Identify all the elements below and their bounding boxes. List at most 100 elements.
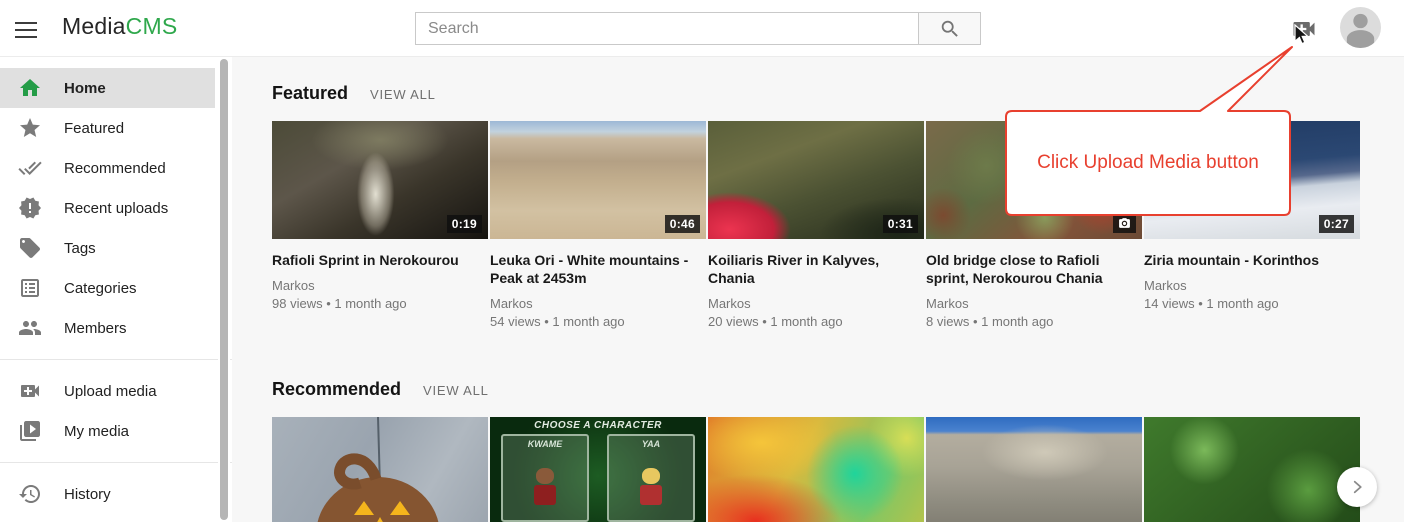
game-character-sprite xyxy=(532,468,558,508)
sidebar-item-label: Recommended xyxy=(64,160,166,177)
sidebar: Home Featured Recommended Recent uploads… xyxy=(0,57,232,522)
video-author[interactable]: Markos xyxy=(272,277,488,295)
sidebar-item-label: Upload media xyxy=(64,383,157,400)
video-author[interactable]: Markos xyxy=(926,295,1142,313)
video-card[interactable]: CHOOSE A CHARACTER KWAME YAA Selected xyxy=(490,417,706,522)
sidebar-divider xyxy=(0,462,232,463)
video-thumbnail[interactable] xyxy=(1144,417,1360,522)
video-meta: 8 views • 1 month ago xyxy=(926,313,1142,331)
view-all-link[interactable]: VIEW ALL xyxy=(370,87,436,102)
members-icon xyxy=(18,316,42,340)
tag-icon xyxy=(18,236,42,260)
history-icon xyxy=(18,482,42,506)
sidebar-item-label: Featured xyxy=(64,120,124,137)
sidebar-item-label: Recent uploads xyxy=(64,200,168,217)
video-meta: 20 views • 1 month ago xyxy=(708,313,924,331)
sidebar-divider xyxy=(0,359,232,360)
game-banner-text: CHOOSE A CHARACTER xyxy=(490,420,706,431)
sidebar-item-label: History xyxy=(64,486,111,503)
recommended-cards-row: CHOOSE A CHARACTER KWAME YAA Selected xyxy=(272,417,1404,522)
menu-icon[interactable] xyxy=(15,17,39,41)
video-author[interactable]: Markos xyxy=(490,295,706,313)
video-card[interactable]: 0:46 Leuka Ori - White mountains - Peak … xyxy=(490,121,706,331)
video-thumbnail[interactable] xyxy=(272,417,488,522)
sidebar-item-upload-media[interactable]: Upload media xyxy=(0,371,215,411)
image-badge xyxy=(1113,214,1136,233)
search-button[interactable] xyxy=(918,12,981,45)
video-card[interactable] xyxy=(272,417,488,522)
video-card[interactable]: Old bridge close to Rafioli sprint, Nero… xyxy=(926,121,1142,331)
video-card[interactable]: 0:19 Rafioli Sprint in Nerokourou Markos… xyxy=(272,121,488,331)
user-avatar[interactable] xyxy=(1340,7,1381,48)
my-media-icon xyxy=(18,419,42,443)
video-card[interactable]: 0:27 Ziria mountain - Korinthos Markos 1… xyxy=(1144,121,1360,331)
categories-icon xyxy=(18,276,42,300)
featured-section-header: Featured VIEW ALL xyxy=(272,57,1404,104)
video-thumbnail[interactable]: CHOOSE A CHARACTER KWAME YAA Selected xyxy=(490,417,706,522)
video-title[interactable]: Leuka Ori - White mountains - Peak at 24… xyxy=(490,251,706,287)
sidebar-item-featured[interactable]: Featured xyxy=(0,108,215,148)
sidebar-item-members[interactable]: Members xyxy=(0,308,215,348)
sidebar-item-tags[interactable]: Tags xyxy=(0,228,215,268)
game-character-name: KWAME xyxy=(503,439,587,449)
sidebar-item-label: Home xyxy=(64,80,106,97)
sidebar-scrollbar-thumb[interactable] xyxy=(220,59,228,520)
video-thumbnail[interactable]: 0:31 xyxy=(708,121,924,239)
video-thumbnail[interactable]: 0:46 xyxy=(490,121,706,239)
video-author[interactable]: Markos xyxy=(1144,277,1360,295)
video-title[interactable]: Ziria mountain - Korinthos xyxy=(1144,251,1360,269)
upload-media-button[interactable] xyxy=(1290,15,1318,43)
video-title[interactable]: Koiliaris River in Kalyves, Chania xyxy=(708,251,924,287)
upload-media-icon xyxy=(18,379,42,403)
chevron-right-icon xyxy=(1348,478,1366,496)
video-card[interactable] xyxy=(708,417,924,522)
video-title[interactable]: Rafioli Sprint in Nerokourou xyxy=(272,251,488,269)
featured-cards-row: 0:19 Rafioli Sprint in Nerokourou Markos… xyxy=(272,121,1404,331)
camera-icon xyxy=(1118,217,1131,230)
video-meta: 98 views • 1 month ago xyxy=(272,295,488,313)
sidebar-item-label: Categories xyxy=(64,280,137,297)
video-card[interactable] xyxy=(926,417,1142,522)
video-thumbnail[interactable] xyxy=(708,417,924,522)
sidebar-item-label: Tags xyxy=(64,240,96,257)
sidebar-item-my-media[interactable]: My media xyxy=(0,411,215,451)
pumpkin-craft-graphic xyxy=(272,417,488,522)
game-character-panel: YAA xyxy=(607,434,695,522)
sidebar-item-home[interactable]: Home xyxy=(0,68,215,108)
search-input[interactable] xyxy=(415,12,918,45)
star-icon xyxy=(18,116,42,140)
view-all-link[interactable]: VIEW ALL xyxy=(423,383,489,398)
game-character-panel: KWAME xyxy=(501,434,589,522)
video-title[interactable]: Old bridge close to Rafioli sprint, Nero… xyxy=(926,251,1142,287)
carousel-next-button[interactable] xyxy=(1337,467,1377,507)
video-meta: 14 views • 1 month ago xyxy=(1144,295,1360,313)
duration-badge: 0:27 xyxy=(1319,215,1354,233)
video-thumbnail[interactable] xyxy=(926,121,1142,239)
video-card[interactable] xyxy=(1144,417,1360,522)
video-thumbnail[interactable] xyxy=(926,417,1142,522)
section-title: Recommended xyxy=(272,379,401,400)
main-content: Featured VIEW ALL 0:19 Rafioli Sprint in… xyxy=(232,57,1404,522)
video-card[interactable]: 0:31 Koiliaris River in Kalyves, Chania … xyxy=(708,121,924,331)
sidebar-item-recommended[interactable]: Recommended xyxy=(0,148,215,188)
sidebar-item-recent-uploads[interactable]: Recent uploads xyxy=(0,188,215,228)
sidebar-item-categories[interactable]: Categories xyxy=(0,268,215,308)
new-releases-icon xyxy=(18,196,42,220)
upload-media-icon xyxy=(1290,15,1318,43)
game-character-sprite xyxy=(638,468,664,508)
video-meta: 54 views • 1 month ago xyxy=(490,313,706,331)
logo-text-media: Media xyxy=(62,13,126,39)
app-logo[interactable]: MediaCMS xyxy=(62,13,177,40)
top-bar: MediaCMS xyxy=(0,0,1404,57)
duration-badge: 0:19 xyxy=(447,215,482,233)
video-author[interactable]: Markos xyxy=(708,295,924,313)
search-bar xyxy=(415,12,981,45)
video-thumbnail[interactable]: 0:27 xyxy=(1144,121,1360,239)
section-title: Featured xyxy=(272,83,348,104)
video-thumbnail[interactable]: 0:19 xyxy=(272,121,488,239)
sidebar-item-history[interactable]: History xyxy=(0,474,215,514)
recommended-section-header: Recommended VIEW ALL xyxy=(272,379,1404,400)
duration-badge: 0:46 xyxy=(665,215,700,233)
search-icon xyxy=(939,18,961,40)
sidebar-item-label: My media xyxy=(64,423,129,440)
